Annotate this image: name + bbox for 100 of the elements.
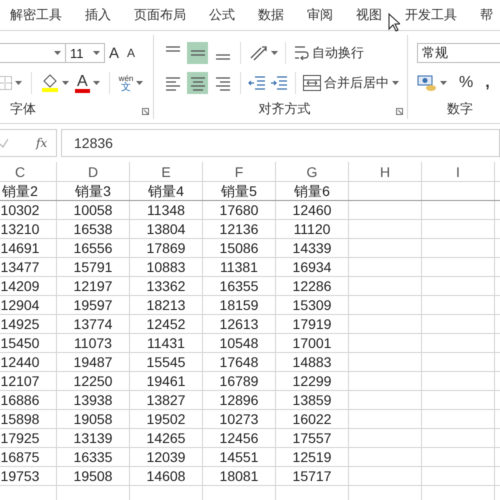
table-cell: 11381	[202, 258, 276, 276]
table-cell: 16789	[202, 372, 276, 390]
font-size-dropdown[interactable]: 11	[65, 43, 105, 63]
table-cell: 13827	[130, 390, 202, 410]
table-cell: 13477	[0, 258, 56, 276]
column-header[interactable]: E	[130, 162, 202, 182]
decrease-indent-icon[interactable]	[248, 75, 266, 91]
column-header[interactable]: I	[422, 162, 494, 182]
table-cell: 15717	[276, 466, 348, 486]
table-cell: 12452	[130, 314, 202, 334]
ribbon-tab[interactable]: 开发工具	[405, 6, 457, 24]
ribbon-tab[interactable]: 公式	[209, 6, 235, 24]
ribbon-tab[interactable]: 解密工具	[10, 6, 62, 24]
align-top-icon	[164, 46, 180, 52]
table-cell: 17557	[276, 428, 348, 448]
percent-button[interactable]: %	[459, 74, 474, 92]
table-cell: 12299	[276, 372, 348, 390]
column-header[interactable]: D	[56, 162, 130, 182]
table-cell: 19502	[130, 410, 202, 428]
table-cell: 17680	[202, 200, 276, 220]
table-cell: 19753	[0, 466, 56, 486]
caret-icon[interactable]	[62, 81, 69, 85]
caret-icon[interactable]	[92, 81, 100, 85]
table-cell: 12519	[276, 448, 348, 466]
table-cell: 12286	[276, 276, 348, 296]
caret-icon[interactable]	[271, 51, 278, 55]
table-cell: 12896	[202, 390, 276, 410]
table-cell: 13774	[56, 314, 130, 334]
table-cell: 13804	[130, 220, 202, 238]
column-header[interactable]: G	[276, 162, 348, 182]
increase-indent-icon[interactable]	[270, 75, 288, 91]
table-cell: 13139	[56, 428, 130, 448]
fill-color-button[interactable]	[41, 74, 69, 92]
table-cell: 10548	[202, 334, 276, 352]
wrap-text-icon	[293, 44, 309, 62]
wrap-text-button[interactable]: 自动换行	[293, 44, 364, 62]
table-cell: 17869	[130, 238, 202, 258]
table-cell: 12107	[0, 372, 56, 390]
table-cell: 16335	[56, 448, 130, 466]
table-cell: 16934	[276, 258, 348, 276]
column-header[interactable]: C	[0, 162, 56, 182]
align-middle-icon	[190, 50, 206, 56]
table-cell: 14551	[202, 448, 276, 466]
ribbon-tab[interactable]: 视图	[356, 6, 382, 24]
number-format-dropdown[interactable]: 常规	[417, 43, 500, 63]
table-cell: 17001	[276, 334, 348, 352]
orientation-button[interactable]	[248, 44, 278, 62]
mouse-cursor-icon	[388, 13, 400, 32]
formula-input[interactable]: 12836	[61, 129, 500, 157]
increase-font-button[interactable]: A	[109, 44, 124, 62]
align-middle-button[interactable]	[187, 42, 208, 64]
caret-icon[interactable]	[93, 51, 100, 55]
accounting-format-button[interactable]	[417, 74, 447, 92]
ribbon-tab[interactable]: 数据	[258, 6, 284, 24]
table-cell: 11120	[276, 220, 348, 238]
table-cell: 15791	[56, 258, 130, 276]
column-header[interactable]: H	[348, 162, 422, 182]
table-cell: 销量4	[130, 182, 202, 200]
table-cell: 10302	[0, 200, 56, 220]
merge-center-button[interactable]: 合并后居中	[303, 74, 399, 92]
caret-icon[interactable]	[440, 81, 447, 85]
table-cell: 17919	[276, 314, 348, 334]
table-cell: 15309	[276, 296, 348, 314]
table-cell: 19461	[130, 372, 202, 390]
borders-button[interactable]	[0, 76, 22, 90]
table-cell: 15450	[0, 334, 56, 352]
phonetic-guide-button[interactable]: wén 文	[118, 74, 144, 92]
table-cell: 13210	[0, 220, 56, 238]
table-cell: 19597	[56, 296, 130, 314]
table-cell: 13362	[130, 276, 202, 296]
table-cell: 16355	[202, 276, 276, 296]
money-icon	[417, 74, 437, 92]
paint-bucket-icon	[41, 74, 59, 92]
insert-function-button[interactable]: fx	[36, 136, 48, 150]
dialog-launcher-icon[interactable]	[142, 108, 149, 115]
column-header[interactable]: F	[202, 162, 276, 182]
align-center-button[interactable]	[187, 72, 208, 94]
borders-icon	[0, 76, 12, 90]
decrease-font-button[interactable]: A	[127, 46, 140, 60]
table-cell: 12039	[130, 448, 202, 466]
caret-icon[interactable]	[54, 51, 61, 55]
table-cell: 19058	[56, 410, 130, 428]
ribbon-tab[interactable]: 帮	[480, 6, 493, 24]
caret-icon[interactable]	[15, 81, 22, 85]
ribbon-tab[interactable]: 插入	[85, 6, 111, 24]
dialog-launcher-icon[interactable]	[396, 108, 403, 115]
group-label: 字体	[10, 100, 36, 118]
table-cell: 销量6	[276, 182, 348, 200]
table-cell: 销量3	[56, 182, 130, 200]
ribbon-tab[interactable]: 页面布局	[134, 6, 186, 24]
table-cell: 17925	[0, 428, 56, 448]
caret-icon[interactable]	[392, 81, 399, 85]
ribbon-tab[interactable]: 审阅	[307, 6, 333, 24]
table-cell: 13938	[56, 390, 130, 410]
caret-icon[interactable]	[136, 81, 144, 85]
group-label: 数字	[447, 100, 473, 118]
merge-cells-icon	[303, 75, 321, 91]
font-color-button[interactable]: A	[75, 74, 100, 92]
comma-button[interactable]: ,	[485, 74, 490, 92]
check-icon[interactable]	[0, 138, 8, 148]
